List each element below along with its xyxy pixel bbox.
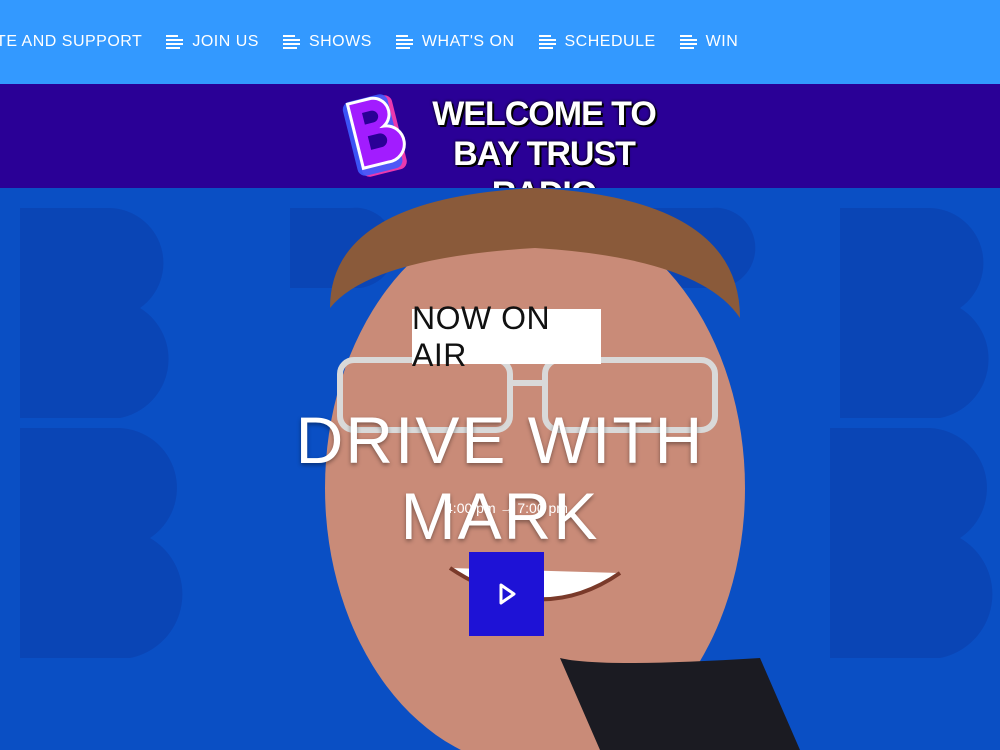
menu-lines-icon <box>282 35 300 49</box>
nav-item-label: JOIN US <box>192 33 259 50</box>
nav-item-win[interactable]: WIN <box>679 33 739 51</box>
nav-item-donate-and-support[interactable]: NATE AND SUPPORT <box>0 33 142 51</box>
show-title: DRIVE WITH MARK <box>295 403 705 553</box>
nav-item-shows[interactable]: SHOWS <box>282 33 372 51</box>
nav-item-whats-on[interactable]: WHAT'S ON <box>395 33 515 51</box>
show-time: 4:00 pm → 7:00 pm <box>445 500 568 516</box>
nav-item-label: WIN <box>705 33 739 50</box>
now-on-air-badge: NOW ON AIR <box>412 300 601 373</box>
nav-item-label: NATE AND SUPPORT <box>0 33 143 50</box>
nav-item-schedule[interactable]: SCHEDULE <box>538 33 656 51</box>
menu-lines-icon <box>166 35 184 49</box>
top-navigation: NATE AND SUPPORT JOIN US SHOWS WHAT'S ON… <box>0 0 1000 84</box>
b-logo-icon[interactable] <box>340 88 414 184</box>
nav-item-join-us[interactable]: JOIN US <box>166 33 259 51</box>
menu-lines-icon <box>679 35 697 49</box>
nav-item-label: SCHEDULE <box>564 33 656 50</box>
nav-list: NATE AND SUPPORT JOIN US SHOWS WHAT'S ON… <box>0 29 762 55</box>
now-on-air-hero: NOW ON AIR DRIVE WITH MARK 4:00 pm → 7:0… <box>0 188 1000 750</box>
welcome-line-1: WELCOME TO <box>432 95 657 133</box>
play-button[interactable] <box>469 552 544 636</box>
menu-lines-icon <box>538 35 556 49</box>
nav-item-label: SHOWS <box>308 33 372 50</box>
nav-item-label: WHAT'S ON <box>421 33 515 50</box>
menu-lines-icon <box>395 35 413 49</box>
play-icon <box>499 583 515 605</box>
